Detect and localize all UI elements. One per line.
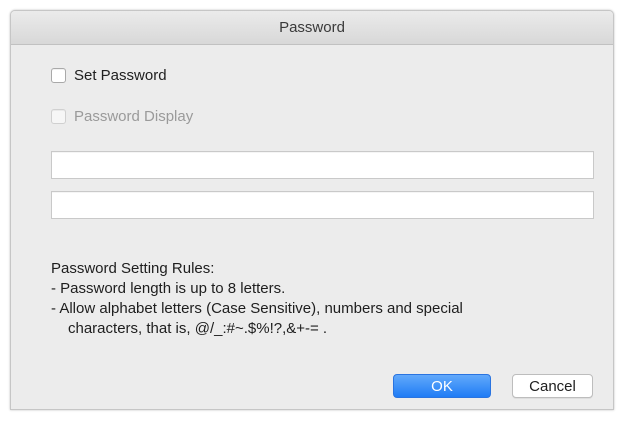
password-display-checkbox <box>51 109 66 124</box>
title-bar[interactable]: Password <box>11 11 613 45</box>
rules-line-length: - Password length is up to 8 letters. <box>51 280 286 297</box>
rules-line-allowed: - Allow alphabet letters (Case Sensitive… <box>51 300 463 317</box>
password-display-label: Password Display <box>74 108 194 125</box>
set-password-label[interactable]: Set Password <box>74 67 167 84</box>
window-title: Password <box>279 19 345 36</box>
password-dialog: Password Set Password Password Display P… <box>10 10 614 410</box>
rules-line-special-chars: characters, that is, @/_:#~.$%!?,&+-= . <box>68 320 328 337</box>
ok-button[interactable]: OK <box>393 374 491 398</box>
confirm-password-input[interactable] <box>51 191 594 219</box>
cancel-button[interactable]: Cancel <box>512 374 593 398</box>
set-password-option[interactable]: Set Password <box>51 67 167 84</box>
password-input[interactable] <box>51 151 594 179</box>
password-display-option: Password Display <box>51 108 193 125</box>
password-rules: Password Setting Rules: - Password lengt… <box>51 259 601 339</box>
set-password-checkbox[interactable] <box>51 68 66 83</box>
rules-heading: Password Setting Rules: <box>51 260 215 277</box>
